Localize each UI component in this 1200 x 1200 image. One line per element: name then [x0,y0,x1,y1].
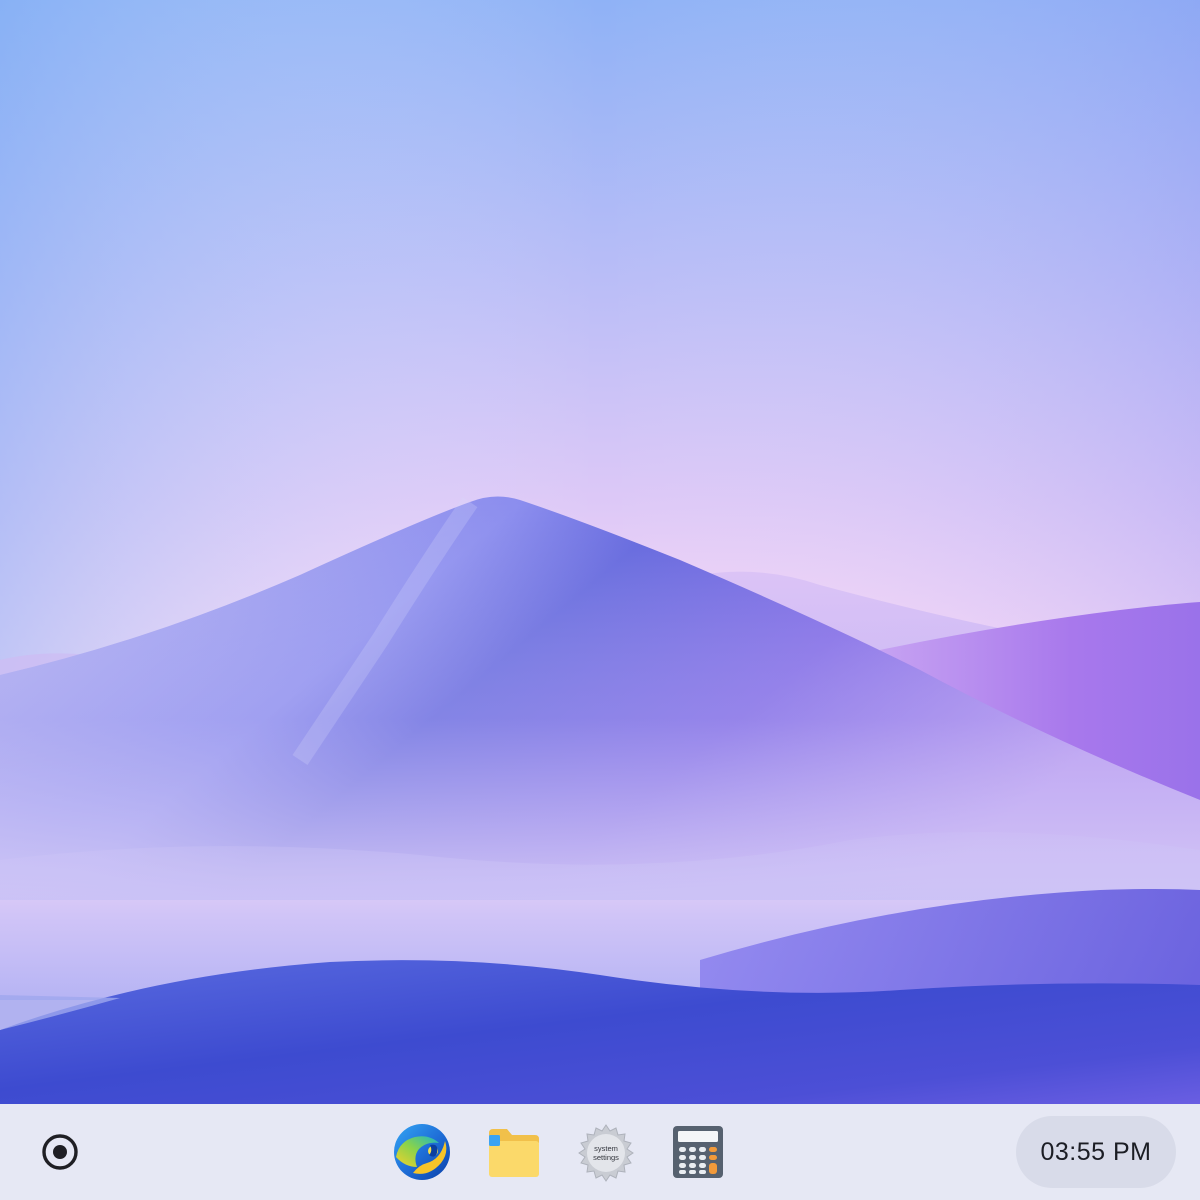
gear-icon: system settings [578,1124,634,1182]
calculator-icon [673,1126,723,1178]
clock-button[interactable]: 03:55 PM [1016,1116,1176,1188]
calculator-app-button[interactable] [666,1120,730,1184]
desktop: system settings 03:55 PM [0,0,1200,1200]
launcher-button[interactable] [36,1128,84,1176]
settings-icon-label-top: system [594,1144,618,1153]
launcher-circle-icon [42,1134,78,1170]
folder-icon [489,1129,539,1177]
settings-icon-label-bottom: settings [593,1153,619,1162]
taskbar: system settings 03:55 PM [0,1104,1200,1200]
settings-app-button[interactable]: system settings [574,1120,638,1184]
browser-app-button[interactable] [390,1120,454,1184]
browser-icon [394,1124,450,1180]
clock-time: 03:55 PM [1040,1137,1152,1166]
files-app-button[interactable] [482,1120,546,1184]
app-shelf: system settings [390,1120,730,1184]
wallpaper [0,0,1200,1104]
